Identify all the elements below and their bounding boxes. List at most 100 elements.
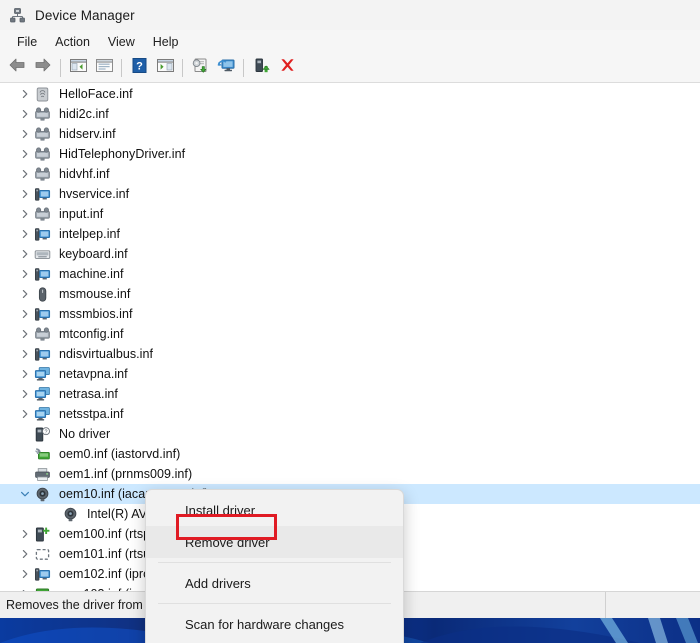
tree-row-label: mtconfig.inf [59, 327, 124, 341]
tree-row[interactable]: intelpep.inf [0, 224, 700, 244]
toolbar-separator [182, 58, 183, 77]
title-bar: Device Manager [0, 0, 700, 30]
system-device-icon [34, 566, 51, 583]
tree-row-label: machine.inf [59, 267, 124, 281]
chevron-right-icon[interactable] [18, 547, 32, 561]
camera-icon [62, 506, 79, 523]
tree-row[interactable]: mtconfig.inf [0, 324, 700, 344]
toolbar-add-drivers-button[interactable] [248, 56, 274, 80]
chevron-right-icon[interactable] [18, 267, 32, 281]
chevron-right-icon[interactable] [18, 147, 32, 161]
menu-view[interactable]: View [99, 33, 144, 51]
chevron-right-icon[interactable] [18, 247, 32, 261]
context-menu[interactable]: Install driver Remove driver Add drivers Sc… [145, 489, 404, 643]
tree-row[interactable]: oem0.inf (iastorvd.inf) [0, 444, 700, 464]
menu-bar: File Action View Help [0, 30, 700, 53]
menu-file[interactable]: File [8, 33, 46, 51]
menu-help[interactable]: Help [144, 33, 188, 51]
tree-row-label: hvservice.inf [59, 187, 130, 201]
chevron-right-icon[interactable] [18, 347, 32, 361]
tree-row[interactable]: HidTelephonyDriver.inf [0, 144, 700, 164]
network-adapter-icon [34, 386, 51, 403]
toolbar-separator [60, 58, 61, 77]
toolbar-properties-button[interactable] [91, 56, 117, 80]
tree-row[interactable]: netsstpa.inf [0, 404, 700, 424]
tree-row[interactable]: machine.inf [0, 264, 700, 284]
chevron-down-icon[interactable] [18, 487, 32, 501]
system-device-icon [34, 306, 51, 323]
tree-row-label: intelpep.inf [59, 227, 121, 241]
tree-row[interactable]: mssmbios.inf [0, 304, 700, 324]
chevron-right-icon[interactable] [18, 227, 32, 241]
chevron-right-icon[interactable] [18, 307, 32, 321]
tree-row-label: hidi2c.inf [59, 107, 109, 121]
tree-row[interactable]: msmouse.inf [0, 284, 700, 304]
tree-row-label: mssmbios.inf [59, 307, 133, 321]
tree-row[interactable]: No driver [0, 424, 700, 444]
toolbar: ? [0, 53, 700, 83]
help-question-icon: ? [131, 57, 148, 79]
toolbar-update-driver-button[interactable] [187, 56, 213, 80]
unknown-device-icon [34, 546, 51, 563]
toolbar-help-button[interactable]: ? [126, 56, 152, 80]
device-manager-icon [9, 7, 26, 24]
svg-text:?: ? [136, 60, 143, 72]
hid-device-icon [34, 126, 51, 143]
chevron-right-icon[interactable] [18, 87, 32, 101]
tree-row[interactable]: hidvhf.inf [0, 164, 700, 184]
ctx-scan-hardware-changes[interactable]: Scan for hardware changes [146, 608, 403, 640]
system-device-icon [34, 226, 51, 243]
chevron-right-icon[interactable] [18, 107, 32, 121]
ctx-remove-driver[interactable]: Remove driver [146, 526, 403, 558]
show-hide-action-pane-icon [156, 57, 175, 79]
tree-row-label: netavpna.inf [59, 367, 128, 381]
tree-row-label: No driver [59, 427, 111, 441]
tree-row[interactable]: oem1.inf (prnms009.inf) [0, 464, 700, 484]
chevron-right-icon[interactable] [18, 567, 32, 581]
chevron-right-icon[interactable] [18, 127, 32, 141]
tree-row[interactable]: HelloFace.inf [0, 84, 700, 104]
tree-row[interactable]: netrasa.inf [0, 384, 700, 404]
context-menu-separator [158, 603, 391, 604]
hid-device-icon [34, 166, 51, 183]
tree-row-label: HidTelephonyDriver.inf [59, 147, 186, 161]
chevron-right-icon[interactable] [18, 327, 32, 341]
tree-row[interactable]: netavpna.inf [0, 364, 700, 384]
tree-row[interactable]: hidserv.inf [0, 124, 700, 144]
menu-action[interactable]: Action [46, 33, 99, 51]
toolbar-console-tree-button[interactable] [65, 56, 91, 80]
tree-row-label: HelloFace.inf [59, 87, 133, 101]
show-hide-console-tree-icon [69, 57, 88, 79]
biometric-icon [34, 86, 51, 103]
toolbar-scan-hardware-button[interactable] [213, 56, 239, 80]
tree-row[interactable]: hvservice.inf [0, 184, 700, 204]
tree-row-label: hidvhf.inf [59, 167, 110, 181]
tree-row-label: oem0.inf (iastorvd.inf) [59, 447, 181, 461]
chevron-right-icon[interactable] [18, 367, 32, 381]
chevron-right-icon[interactable] [18, 207, 32, 221]
tree-row[interactable]: input.inf [0, 204, 700, 224]
tree-row[interactable]: ndisvirtualbus.inf [0, 344, 700, 364]
chevron-right-icon[interactable] [18, 407, 32, 421]
chevron-right-icon[interactable] [18, 167, 32, 181]
toolbar-back-button[interactable] [4, 56, 30, 80]
tree-row-label: msmouse.inf [59, 287, 131, 301]
chevron-right-icon[interactable] [18, 287, 32, 301]
chevron-right-icon[interactable] [18, 387, 32, 401]
tree-row[interactable]: hidi2c.inf [0, 104, 700, 124]
toolbar-forward-button[interactable] [30, 56, 56, 80]
ctx-add-drivers[interactable]: Add drivers [146, 567, 403, 599]
tree-row-label: keyboard.inf [59, 247, 128, 261]
ctx-install-driver[interactable]: Install driver [146, 494, 403, 526]
chevron-placeholder [18, 447, 32, 461]
system-device-icon [34, 266, 51, 283]
chevron-right-icon[interactable] [18, 187, 32, 201]
tree-row[interactable]: keyboard.inf [0, 244, 700, 264]
chevron-right-icon[interactable] [18, 527, 32, 541]
toolbar-uninstall-device-button[interactable] [274, 56, 300, 80]
scan-hardware-changes-icon [217, 57, 236, 79]
hid-device-icon [34, 326, 51, 343]
chevron-placeholder [46, 507, 60, 521]
toolbar-action-pane-button[interactable] [152, 56, 178, 80]
forward-arrow-icon [33, 56, 53, 79]
